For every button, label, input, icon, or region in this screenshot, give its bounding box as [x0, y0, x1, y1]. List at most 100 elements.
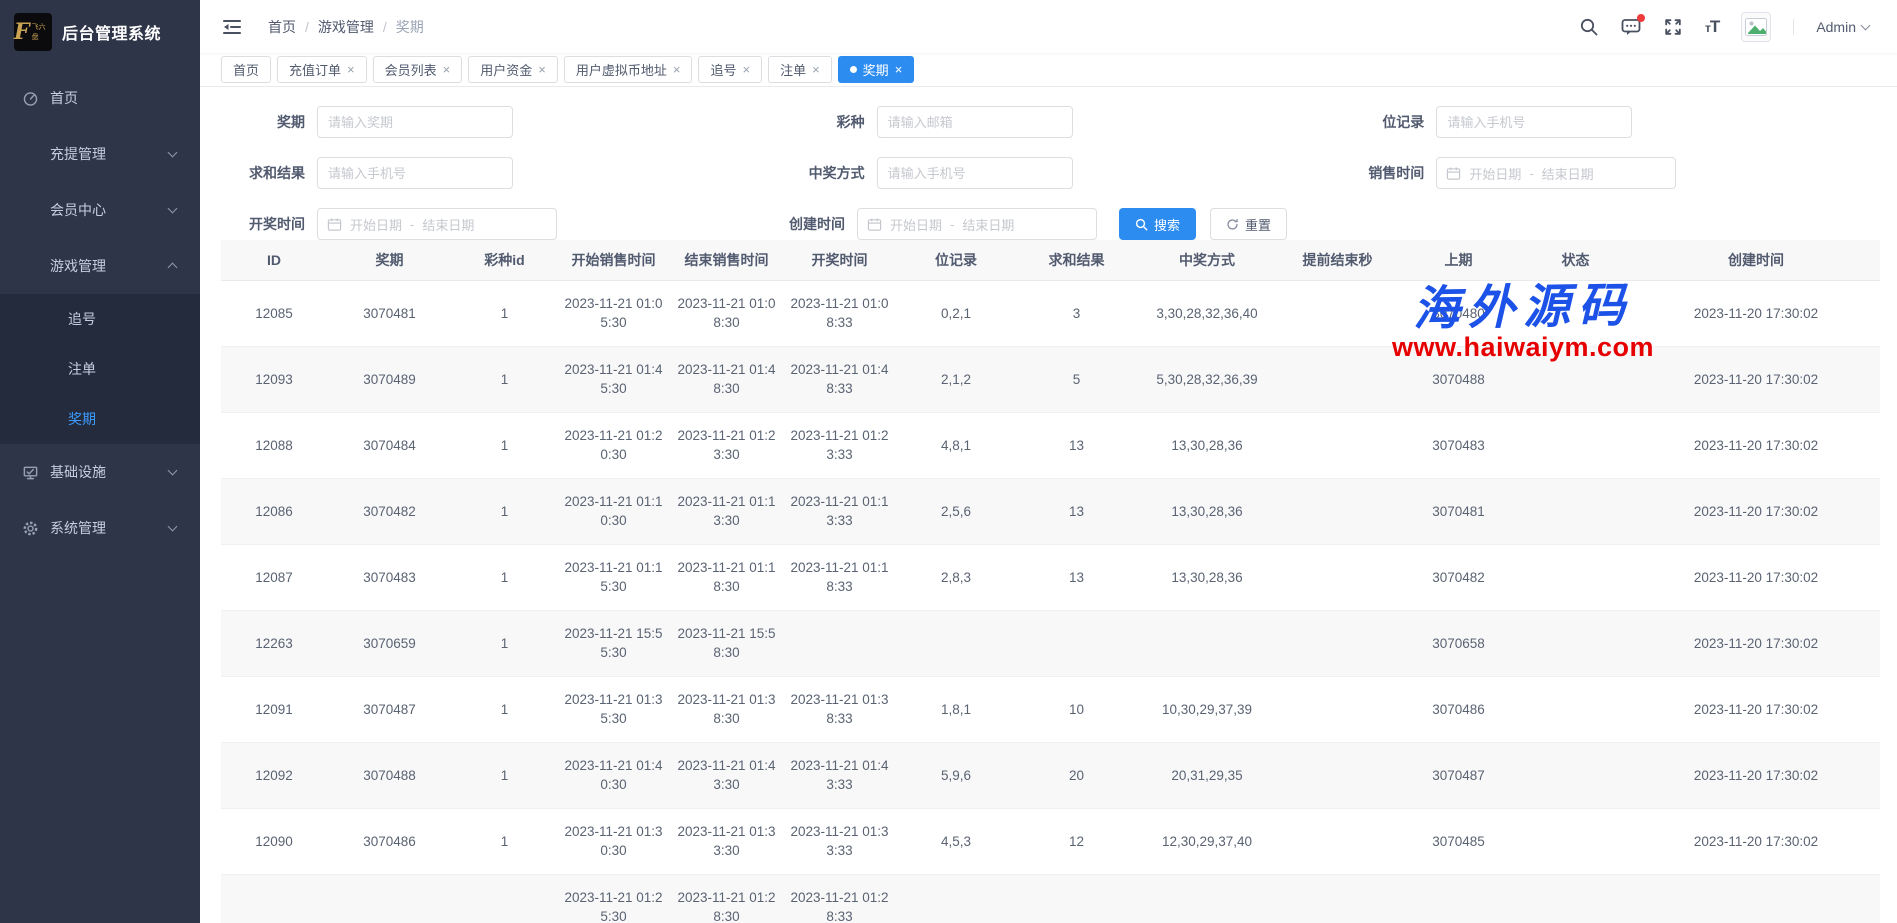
- filter-field-caizhong: 彩种: [781, 106, 1341, 138]
- table-row[interactable]: 12093307048912023-11-21 01:45:302023-11-…: [221, 346, 1880, 412]
- search-icon[interactable]: [1579, 17, 1599, 37]
- sidebar: F 飞六盘 后台管理系统 首页 充提管理 会员中心 游戏管理 追号: [0, 0, 200, 923]
- tab[interactable]: 用户资金 ×: [468, 56, 558, 83]
- table-row[interactable]: 12086307048212023-11-21 01:10:302023-11-…: [221, 478, 1880, 544]
- sidebar-item-zhudan[interactable]: 注单: [0, 344, 200, 394]
- table-cell: 2023-11-21 01:15:30: [557, 544, 670, 610]
- sidebar-item-recharge[interactable]: 充提管理: [0, 126, 200, 182]
- table-cell: 3070488: [327, 742, 452, 808]
- tab[interactable]: 奖期 ×: [838, 56, 915, 83]
- filter-field-qiuhe: 求和结果: [221, 157, 781, 189]
- table-cell: 2023-11-21 01:25:30: [557, 874, 670, 923]
- tab-close-icon[interactable]: ×: [742, 63, 750, 76]
- tab[interactable]: 注单 ×: [768, 56, 832, 83]
- table-cell: 1,8,1: [896, 676, 1016, 742]
- tab[interactable]: 会员列表 ×: [373, 56, 463, 83]
- qiuhe-input[interactable]: [317, 157, 513, 189]
- reset-button[interactable]: 重置: [1210, 208, 1287, 240]
- date-end-placeholder: 结束日期: [422, 215, 474, 234]
- breadcrumb-home[interactable]: 首页: [268, 17, 296, 37]
- jiangqi-input[interactable]: [317, 106, 513, 138]
- search-button[interactable]: 搜索: [1119, 208, 1196, 240]
- sidebar-item-jiangqi[interactable]: 奖期: [0, 394, 200, 444]
- breadcrumb-games[interactable]: 游戏管理: [318, 17, 374, 37]
- sidebar-item-home[interactable]: 首页: [0, 70, 200, 126]
- table-cell: [1277, 544, 1398, 610]
- sidebar-item-members[interactable]: 会员中心: [0, 182, 200, 238]
- table-cell: 3070481: [327, 280, 452, 346]
- table-row[interactable]: 12092307048812023-11-21 01:40:302023-11-…: [221, 742, 1880, 808]
- tab[interactable]: 首页: [221, 56, 271, 83]
- avatar[interactable]: [1741, 12, 1771, 42]
- table-cell: 1: [452, 412, 557, 478]
- table-cell: 13: [1016, 544, 1137, 610]
- table-cell: [1277, 346, 1398, 412]
- table-cell: 1: [452, 478, 557, 544]
- tab-close-icon[interactable]: ×: [895, 63, 903, 76]
- chevron-up-icon: [168, 263, 178, 273]
- zhongjiang-input[interactable]: [877, 157, 1073, 189]
- table-cell: [1277, 412, 1398, 478]
- weijilu-input[interactable]: [1436, 106, 1632, 138]
- calendar-icon: [1446, 166, 1461, 181]
- message-icon[interactable]: [1621, 17, 1641, 37]
- table-cell: 3070480: [1398, 280, 1519, 346]
- table-cell: 2023-11-21 01:48:33: [783, 346, 896, 412]
- top-actions: тT Admin: [1579, 12, 1869, 42]
- table-cell: [1277, 676, 1398, 742]
- table-cell: 10,30,29,37,39: [1137, 676, 1277, 742]
- table-row[interactable]: 12091307048712023-11-21 01:35:302023-11-…: [221, 676, 1880, 742]
- gear-icon: [22, 520, 39, 537]
- fullscreen-icon[interactable]: [1663, 17, 1683, 37]
- caizhong-input[interactable]: [877, 106, 1073, 138]
- date-end-placeholder: 结束日期: [962, 215, 1014, 234]
- collapse-sidebar-icon[interactable]: [222, 18, 242, 36]
- fontsize-icon[interactable]: тT: [1705, 17, 1719, 37]
- breadcrumb-separator: /: [383, 19, 387, 35]
- user-menu[interactable]: Admin: [1816, 19, 1869, 35]
- table-row[interactable]: 12087307048312023-11-21 01:15:302023-11-…: [221, 544, 1880, 610]
- filter-field-chuangjian: 创建时间 开始日期 - 结束日期: [781, 208, 1097, 240]
- table-cell: 2023-11-21 01:18:33: [783, 544, 896, 610]
- tab-close-icon[interactable]: ×: [443, 63, 451, 76]
- table-row[interactable]: 12263307065912023-11-21 15:55:302023-11-…: [221, 610, 1880, 676]
- table-cell: [783, 610, 896, 676]
- table-cell: [896, 610, 1016, 676]
- table-cell: [1277, 874, 1398, 923]
- table-row[interactable]: 12085307048112023-11-21 01:05:302023-11-…: [221, 280, 1880, 346]
- table-row[interactable]: 12090307048612023-11-21 01:30:302023-11-…: [221, 808, 1880, 874]
- tab-close-icon[interactable]: ×: [812, 63, 820, 76]
- board-icon: [22, 464, 39, 481]
- table-body: 12085307048112023-11-21 01:05:302023-11-…: [221, 280, 1880, 923]
- tab-close-icon[interactable]: ×: [538, 63, 546, 76]
- table-cell: [1519, 544, 1632, 610]
- tab-label: 奖期: [863, 60, 889, 79]
- table-row[interactable]: 2023-11-21 01:25:302023-11-21 01:28:3020…: [221, 874, 1880, 923]
- table-cell: 2023-11-21 01:43:33: [783, 742, 896, 808]
- field-label: 彩种: [781, 112, 877, 132]
- sidebar-item-games[interactable]: 游戏管理: [0, 238, 200, 294]
- sidebar-item-system[interactable]: 系统管理: [0, 500, 200, 556]
- table-cell: 2023-11-21 01:38:33: [783, 676, 896, 742]
- table-cell: 2023-11-21 01:13:30: [670, 478, 783, 544]
- table-cell: 3070482: [1398, 544, 1519, 610]
- sidebar-item-infrastructure[interactable]: 基础设施: [0, 444, 200, 500]
- tab[interactable]: 追号 ×: [698, 56, 762, 83]
- sidebar-item-zhuihao[interactable]: 追号: [0, 294, 200, 344]
- tab[interactable]: 充值订单 ×: [277, 56, 367, 83]
- tab-bar: 首页 充值订单 × 会员列表 × 用户资金 × 用户虚拟币地址 × 追号 × 注…: [200, 53, 1897, 87]
- xiaoshou-daterange[interactable]: 开始日期 - 结束日期: [1436, 157, 1676, 189]
- tab[interactable]: 用户虚拟币地址 ×: [564, 56, 693, 83]
- column-header: 中奖方式: [1137, 240, 1277, 280]
- table-cell: 3070489: [327, 346, 452, 412]
- tab-close-icon[interactable]: ×: [673, 63, 681, 76]
- table-row[interactable]: 12088307048412023-11-21 01:20:302023-11-…: [221, 412, 1880, 478]
- tab-close-icon[interactable]: ×: [347, 63, 355, 76]
- table-cell: [327, 874, 452, 923]
- table-cell: 12085: [221, 280, 327, 346]
- kaijiang-daterange[interactable]: 开始日期 - 结束日期: [317, 208, 557, 240]
- table-cell: 3070488: [1398, 346, 1519, 412]
- chuangjian-daterange[interactable]: 开始日期 - 结束日期: [857, 208, 1097, 240]
- table-cell: [1519, 412, 1632, 478]
- table-cell: 13: [1016, 412, 1137, 478]
